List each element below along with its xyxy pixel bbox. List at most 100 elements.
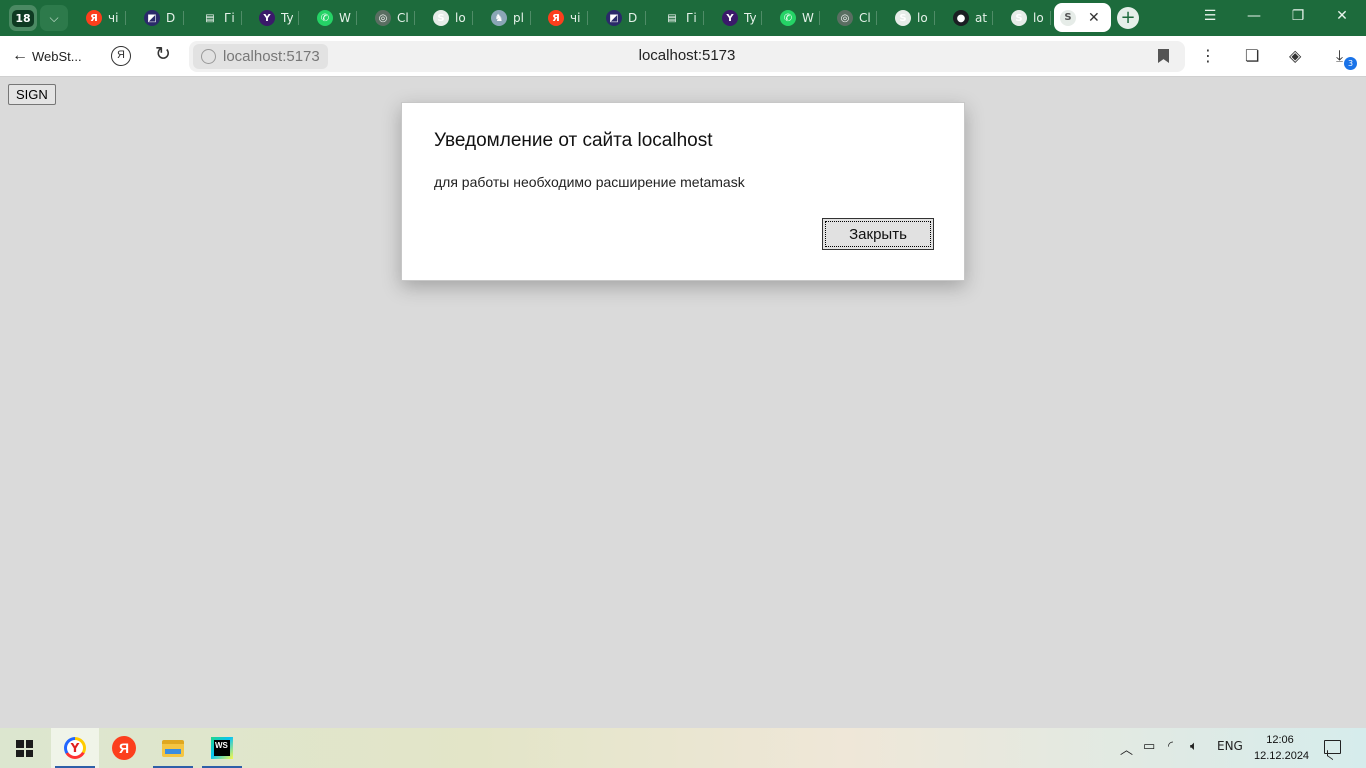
tab-title: чі bbox=[108, 11, 119, 25]
tab[interactable]: ✆ W bbox=[311, 6, 357, 30]
downloads-icon[interactable]: ⤓ bbox=[1336, 46, 1343, 66]
restore-icon[interactable]: ❐ bbox=[1288, 8, 1308, 24]
tab-title: lo bbox=[1033, 11, 1044, 25]
tab-separator bbox=[125, 11, 126, 25]
address-bar[interactable]: localhost:5173 localhost:5173 bbox=[189, 41, 1185, 72]
tab[interactable]: ✆ W bbox=[774, 6, 820, 30]
taskbar-yandex[interactable]: Я bbox=[100, 728, 148, 768]
tab[interactable]: ◩ D bbox=[600, 6, 646, 30]
minimize-icon[interactable]: — bbox=[1244, 8, 1264, 24]
tab[interactable]: ▤ Гі bbox=[658, 6, 704, 30]
collections-icon[interactable]: ❏ bbox=[1245, 46, 1259, 65]
close-window-icon[interactable]: ✕ bbox=[1332, 8, 1352, 24]
tab-title: D bbox=[166, 11, 176, 25]
tab-counter-button[interactable]: 18 bbox=[9, 5, 37, 31]
clock-date: 12.12.2024 bbox=[1254, 750, 1310, 762]
tab-separator bbox=[587, 11, 588, 25]
tab-list-chevron-icon[interactable]: ⌵ bbox=[40, 5, 68, 31]
volume-icon[interactable]: 🔈︎ bbox=[1190, 739, 1198, 754]
windows-start-icon[interactable] bbox=[16, 740, 33, 757]
purple-y-icon: Y bbox=[722, 10, 738, 26]
notifications-icon[interactable] bbox=[1324, 740, 1341, 754]
yandex-button-icon[interactable]: Я bbox=[111, 46, 131, 66]
wifi-icon[interactable]: ◜ bbox=[1168, 739, 1173, 754]
tab-active[interactable]: S ✕ bbox=[1054, 3, 1111, 32]
webstorm-icon: WS bbox=[211, 737, 233, 759]
svelte-like-icon: S bbox=[1011, 10, 1027, 26]
tab-separator bbox=[241, 11, 242, 25]
taskbar-webstorm[interactable]: WS bbox=[198, 728, 246, 768]
tray-expand-chevron-icon[interactable]: ︿ bbox=[1120, 739, 1133, 758]
postgres-icon: ♞ bbox=[491, 10, 507, 26]
github-icon: ● bbox=[953, 10, 969, 26]
tab-separator bbox=[298, 11, 299, 25]
browser-toolbar: ← WebSt... Я ↻ localhost:5173 localhost:… bbox=[0, 36, 1366, 77]
whatsapp-icon: ✆ bbox=[317, 10, 333, 26]
tab[interactable]: Ячі bbox=[542, 6, 588, 30]
back-button[interactable]: ← WebSt... bbox=[12, 47, 82, 65]
svelte-like-icon: S bbox=[433, 10, 449, 26]
tab[interactable]: ◎ Cl bbox=[369, 6, 415, 30]
tab[interactable]: Slo bbox=[889, 6, 935, 30]
figma-like-icon: ◩ bbox=[606, 10, 622, 26]
language-indicator[interactable]: ENG bbox=[1217, 739, 1243, 753]
dialog-close-button[interactable]: Закрыть bbox=[822, 218, 934, 250]
taskbar-yandex-browser[interactable]: Y bbox=[51, 728, 99, 768]
figma-like-icon: ◩ bbox=[144, 10, 160, 26]
clock[interactable]: 12:06 12.12.2024 bbox=[1254, 732, 1310, 764]
close-tab-icon[interactable]: ✕ bbox=[1088, 10, 1100, 26]
yandex-icon: Я bbox=[112, 736, 136, 760]
back-label: WebSt... bbox=[32, 48, 82, 64]
tab-title: Гі bbox=[224, 11, 235, 25]
new-tab-button[interactable]: + bbox=[1117, 7, 1139, 29]
tab-title: W bbox=[339, 11, 351, 25]
tab-title: Ty bbox=[281, 11, 293, 25]
tab-separator bbox=[1050, 11, 1051, 25]
tab-separator bbox=[356, 11, 357, 25]
taskbar-file-explorer[interactable] bbox=[149, 728, 197, 768]
whatsapp-icon: ✆ bbox=[780, 10, 796, 26]
tab[interactable]: Slo bbox=[427, 6, 473, 30]
tab[interactable]: Y Ty bbox=[253, 6, 299, 30]
tab[interactable]: Slo bbox=[1005, 6, 1051, 30]
tab-title: Ty bbox=[744, 11, 756, 25]
more-options-icon[interactable]: ⋮ bbox=[1200, 46, 1216, 65]
extension-icon[interactable]: ◈ bbox=[1289, 46, 1301, 65]
tab[interactable]: ▤ Гі bbox=[196, 6, 242, 30]
tab-separator bbox=[934, 11, 935, 25]
reload-icon[interactable]: ↻ bbox=[155, 43, 171, 65]
tab-separator bbox=[819, 11, 820, 25]
document-icon: ▤ bbox=[664, 10, 680, 26]
alert-dialog: Уведомление от сайта localhost для работ… bbox=[401, 102, 965, 281]
chatgpt-icon: ◎ bbox=[837, 10, 853, 26]
folder-icon bbox=[162, 739, 184, 757]
tab-separator bbox=[645, 11, 646, 25]
tab-title: Cl bbox=[859, 11, 871, 25]
tab-title: чі bbox=[570, 11, 581, 25]
tab[interactable]: ♞ pl bbox=[485, 6, 531, 30]
tab-title: pl bbox=[513, 11, 524, 25]
tab[interactable]: ● at bbox=[947, 6, 993, 30]
document-icon: ▤ bbox=[202, 10, 218, 26]
chatgpt-icon: ◎ bbox=[375, 10, 391, 26]
purple-y-icon: Y bbox=[259, 10, 275, 26]
yandex-icon: Я bbox=[86, 10, 102, 26]
tab-separator bbox=[992, 11, 993, 25]
tab[interactable]: ◎ Cl bbox=[831, 6, 877, 30]
sign-button[interactable]: SIGN bbox=[8, 84, 56, 105]
tab-separator bbox=[183, 11, 184, 25]
menu-icon[interactable]: ☰ bbox=[1200, 8, 1220, 24]
tab[interactable]: Y Ty bbox=[716, 6, 762, 30]
battery-icon[interactable]: ▭ bbox=[1143, 739, 1155, 754]
taskbar: Y Я WS ︿ ▭ ◜ 🔈︎ ENG 12:06 12.12.2024 bbox=[0, 728, 1366, 768]
tab-separator bbox=[472, 11, 473, 25]
dialog-title: Уведомление от сайта localhost bbox=[434, 130, 713, 151]
tab-title: W bbox=[802, 11, 814, 25]
tab-separator bbox=[703, 11, 704, 25]
tab[interactable]: Ячі bbox=[80, 6, 126, 30]
yandex-icon: Я bbox=[548, 10, 564, 26]
tab[interactable]: ◩ D bbox=[138, 6, 184, 30]
tab-separator bbox=[876, 11, 877, 25]
tab-title: lo bbox=[917, 11, 928, 25]
tab-title: Cl bbox=[397, 11, 409, 25]
